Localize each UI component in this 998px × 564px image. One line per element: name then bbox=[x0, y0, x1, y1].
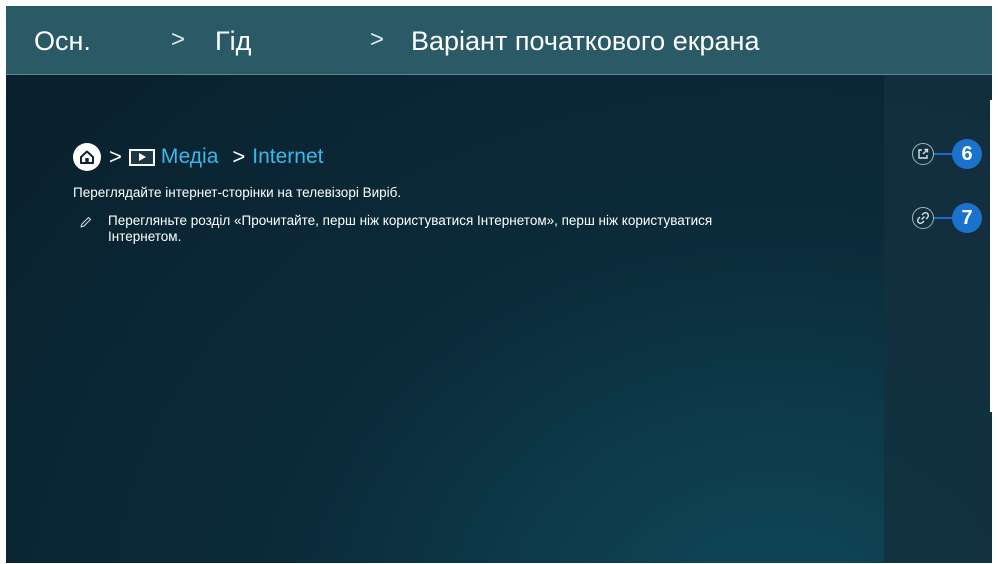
header-bar: Осн. > Гід > Варіант початкового екрана bbox=[6, 6, 992, 74]
header-divider bbox=[6, 74, 992, 75]
callout-line bbox=[934, 153, 954, 155]
page-title: Варіант початкового екрана bbox=[411, 26, 760, 56]
home-icon bbox=[73, 143, 101, 171]
pencil-icon bbox=[79, 216, 92, 234]
external-link-icon[interactable] bbox=[912, 143, 934, 165]
note-text: Перегляньте розділ «Прочитайте, перш ніж… bbox=[108, 213, 713, 244]
path-item-internet[interactable]: Internet bbox=[252, 145, 323, 169]
breadcrumb-guide[interactable]: Гід bbox=[215, 6, 251, 74]
callout-line bbox=[934, 217, 954, 219]
chevron-right-icon: > bbox=[171, 26, 186, 53]
breadcrumb-home[interactable]: Осн. bbox=[34, 6, 91, 74]
chain-link-icon[interactable] bbox=[912, 207, 934, 229]
chevron-right-icon: > bbox=[370, 26, 385, 53]
media-play-icon bbox=[128, 148, 155, 166]
scroll-edge bbox=[990, 100, 992, 412]
menu-path: > Медіа > Internet bbox=[73, 140, 323, 174]
callout-badge-6: 6 bbox=[952, 139, 982, 169]
tv-guide-screen: Осн. > Гід > Варіант початкового екрана … bbox=[6, 6, 992, 563]
description-text: Переглядайте інтернет-сторінки на телеві… bbox=[73, 185, 402, 200]
chevron-right-icon: > bbox=[232, 144, 246, 169]
chevron-right-icon: > bbox=[109, 144, 122, 169]
path-item-media[interactable]: Медіа bbox=[161, 145, 219, 169]
callout-badge-7: 7 bbox=[952, 203, 982, 233]
